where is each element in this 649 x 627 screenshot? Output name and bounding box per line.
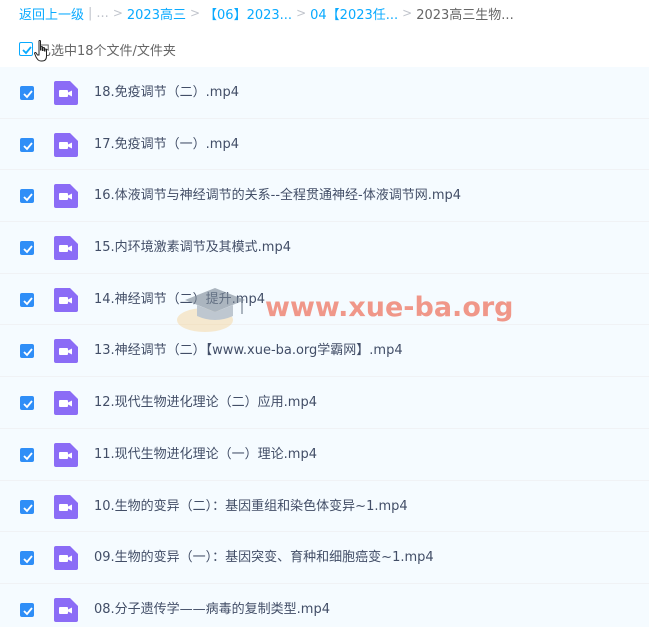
- check-icon: [23, 607, 33, 616]
- breadcrumb-item[interactable]: 04【2023任...: [310, 4, 398, 23]
- breadcrumb-ellipsis[interactable]: ...: [96, 6, 108, 21]
- row-checkbox[interactable]: [20, 292, 34, 307]
- file-name[interactable]: 13.神经调节（二）【www.xue-ba.org学霸网】.mp4: [94, 325, 403, 376]
- row-checkbox[interactable]: [20, 396, 34, 411]
- row-checkbox[interactable]: [20, 602, 34, 617]
- row-checkbox[interactable]: [20, 344, 34, 359]
- check-icon: [23, 245, 33, 254]
- video-file-icon: [54, 442, 78, 467]
- breadcrumb: 返回上一级 | ... > 2023高三 > 【06】2023... > 04【…: [0, 0, 649, 26]
- row-checkbox[interactable]: [20, 86, 34, 100]
- video-file-icon: [54, 184, 78, 209]
- check-icon: [23, 297, 33, 306]
- file-browser: 返回上一级 | ... > 2023高三 > 【06】2023... > 04【…: [0, 0, 649, 627]
- file-name[interactable]: 12.现代生物进化理论（二）应用.mp4: [94, 377, 317, 428]
- file-name[interactable]: 15.内环境激素调节及其模式.mp4: [94, 222, 291, 273]
- file-row[interactable]: 12.现代生物进化理论（二）应用.mp4: [0, 377, 649, 429]
- file-row[interactable]: 18.免疫调节（二）.mp4: [0, 67, 649, 119]
- video-file-icon: [54, 494, 78, 519]
- select-all-checkbox[interactable]: [19, 42, 33, 56]
- chevron-right-icon: >: [112, 6, 123, 20]
- row-checkbox[interactable]: [20, 551, 34, 566]
- selection-bar: 已选中18个文件/文件夹: [0, 34, 649, 64]
- check-icon: [23, 142, 33, 151]
- file-row[interactable]: 17.免疫调节（一）.mp4: [0, 118, 649, 171]
- selection-count-label: 已选中18个文件/文件夹: [38, 43, 176, 59]
- row-checkbox[interactable]: [20, 241, 34, 256]
- video-file-icon: [54, 81, 78, 105]
- check-icon: [23, 555, 33, 564]
- video-file-icon: [54, 287, 78, 312]
- file-name[interactable]: 10.生物的变异（二）：基因重组和染色体变异~1.mp4: [94, 481, 408, 532]
- file-name[interactable]: 11.现代生物进化理论（一）理论.mp4: [94, 429, 317, 480]
- check-icon: [23, 348, 33, 357]
- check-icon: [23, 503, 33, 512]
- file-row[interactable]: 08.分子遗传学——病毒的复制类型.mp4: [0, 583, 649, 627]
- row-checkbox[interactable]: [20, 447, 34, 462]
- hand-cursor-icon: [34, 40, 47, 62]
- file-row[interactable]: 10.生物的变异（二）：基因重组和染色体变异~1.mp4: [0, 480, 649, 533]
- chevron-right-icon: >: [402, 6, 413, 20]
- file-row[interactable]: 09.生物的变异（一）：基因突变、育种和细胞癌变~1.mp4: [0, 532, 649, 584]
- file-name[interactable]: 09.生物的变异（一）：基因突变、育种和细胞癌变~1.mp4: [94, 532, 434, 583]
- breadcrumb-current: 2023高三生物...: [416, 7, 514, 23]
- check-icon: [23, 90, 33, 99]
- chevron-right-icon: >: [189, 6, 201, 20]
- video-file-icon: [54, 597, 78, 622]
- back-link[interactable]: 返回上一级: [19, 4, 84, 23]
- file-list: 18.免疫调节（二）.mp4 17.免疫调节（一）.mp4 16.体液调节与神经…: [0, 67, 649, 627]
- video-file-icon: [54, 236, 78, 261]
- check-icon: [22, 46, 32, 55]
- file-name[interactable]: 18.免疫调节（二）.mp4: [94, 67, 239, 118]
- video-file-icon: [54, 546, 78, 571]
- video-file-icon: [54, 132, 78, 157]
- file-row[interactable]: 16.体液调节与神经调节的关系--全程贯通神经-体液调节网.mp4: [0, 170, 649, 223]
- file-row[interactable]: 13.神经调节（二）【www.xue-ba.org学霸网】.mp4: [0, 325, 649, 378]
- file-name[interactable]: 16.体液调节与神经调节的关系--全程贯通神经-体液调节网.mp4: [94, 170, 461, 221]
- file-row[interactable]: 11.现代生物进化理论（一）理论.mp4: [0, 428, 649, 481]
- row-checkbox[interactable]: [20, 499, 34, 514]
- row-checkbox[interactable]: [20, 137, 34, 152]
- chevron-right-icon: >: [296, 6, 307, 20]
- file-row[interactable]: 15.内环境激素调节及其模式.mp4: [0, 222, 649, 274]
- check-icon: [23, 193, 33, 202]
- breadcrumb-divider: |: [88, 5, 93, 21]
- file-row[interactable]: 14.神经调节（二）提升.mp4: [0, 273, 649, 326]
- breadcrumb-item[interactable]: 2023高三: [127, 4, 186, 23]
- check-icon: [23, 452, 33, 461]
- video-file-icon: [54, 339, 78, 364]
- row-checkbox[interactable]: [20, 189, 34, 204]
- file-name[interactable]: 17.免疫调节（一）.mp4: [94, 119, 239, 170]
- check-icon: [23, 400, 33, 409]
- file-name[interactable]: 14.神经调节（二）提升.mp4: [94, 274, 265, 325]
- video-file-icon: [54, 391, 78, 416]
- breadcrumb-item[interactable]: 【06】2023...: [204, 4, 292, 23]
- file-name[interactable]: 08.分子遗传学——病毒的复制类型.mp4: [94, 584, 330, 627]
